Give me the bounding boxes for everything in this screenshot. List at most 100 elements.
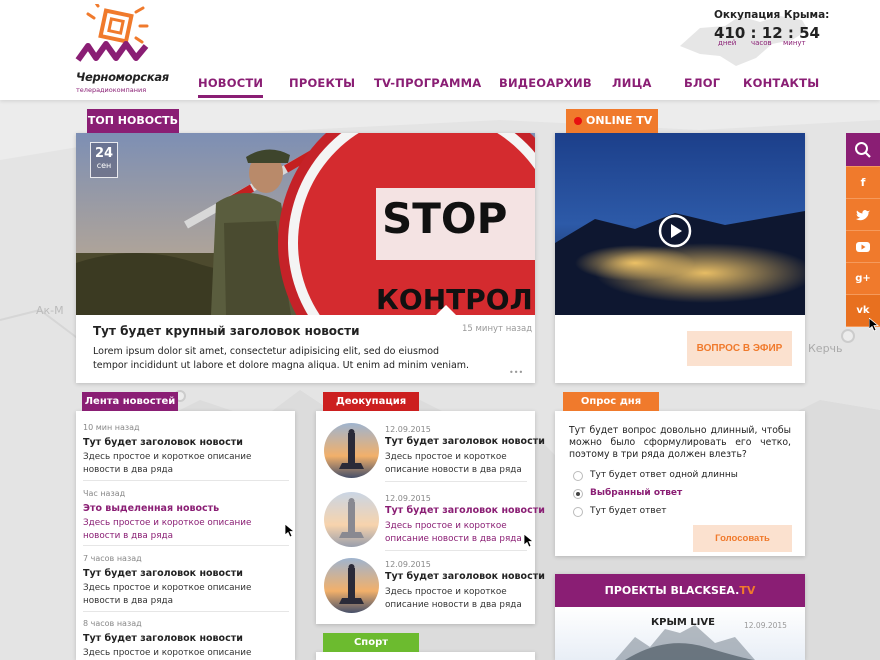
- online-tv-card: ВОПРОС В ЭФИР: [555, 133, 805, 383]
- radio-button-checked[interactable]: [573, 489, 583, 499]
- project-title[interactable]: КРЫМ LIVE: [651, 617, 715, 628]
- googleplus-icon[interactable]: g+: [846, 263, 880, 295]
- item-desc: Здесь простое и короткое описание новост…: [83, 452, 252, 475]
- facebook-icon[interactable]: f: [846, 167, 880, 199]
- projects-header-label: ПРОЕКТЫ BLACKSEA.: [604, 584, 740, 597]
- search-icon[interactable]: [846, 133, 880, 167]
- live-dot-icon: [574, 117, 582, 125]
- social-sidebar: f g+ vk: [846, 133, 880, 327]
- poll-tag: Опрос дня: [563, 392, 659, 411]
- item-date: 12.09.2015: [385, 560, 431, 569]
- photo-notch: [436, 305, 456, 315]
- poll-option[interactable]: Тут будет ответ одной длинны: [573, 470, 738, 481]
- item-thumbnail[interactable]: [324, 492, 379, 547]
- poll-card: Тут будет вопрос довольно длинный, чтобы…: [555, 411, 805, 556]
- date-month: сен: [96, 161, 112, 170]
- online-tv-video[interactable]: [555, 133, 805, 315]
- item-thumbnail[interactable]: [324, 558, 379, 613]
- projects-header[interactable]: ПРОЕКТЫ BLACKSEA.TV: [555, 574, 805, 607]
- item-title[interactable]: Тут будет заголовок новости: [83, 633, 289, 644]
- list-item[interactable]: 10 мин назад Тут будет заголовок новости…: [83, 423, 289, 476]
- item-title[interactable]: Это выделенная новость: [83, 503, 289, 514]
- deoccupation-tag: Деокупация: [323, 392, 419, 411]
- nav-item-faces[interactable]: ЛИЦА: [612, 76, 652, 98]
- nav-item-blog[interactable]: БЛОГ: [684, 76, 720, 98]
- poll-option-selected[interactable]: Выбранный ответ: [573, 488, 683, 499]
- online-tv-tag-label: ONLINE TV: [586, 114, 653, 127]
- ask-on-air-button[interactable]: ВОПРОС В ЭФИР: [687, 331, 792, 366]
- nav-item-projects[interactable]: ПРОЕКТЫ: [289, 76, 355, 98]
- youtube-icon[interactable]: [846, 231, 880, 263]
- divider: [385, 481, 527, 482]
- poll-option[interactable]: Тут будет ответ: [573, 506, 667, 517]
- radio-button[interactable]: [573, 507, 583, 517]
- divider: [83, 611, 289, 612]
- site-header: Черноморская телерадиокомпания НОВОСТИ П…: [0, 0, 880, 100]
- projects-item[interactable]: КРЫМ LIVE 12.09.2015: [555, 607, 805, 660]
- list-item-highlighted[interactable]: Час назад Это выделенная новость Здесь п…: [83, 489, 289, 542]
- list-item[interactable]: 12.09.2015 Тут будет заголовок новости З…: [322, 423, 545, 483]
- nav-item-news[interactable]: НОВОСТИ: [198, 76, 264, 98]
- item-date: 12.09.2015: [385, 425, 431, 434]
- top-news-date-badge: 24 сен: [90, 142, 118, 178]
- item-desc: Здесь простое и короткое описание новост…: [385, 587, 522, 610]
- item-time: 10 мин назад: [83, 423, 140, 432]
- poll-option-label: Выбранный ответ: [590, 488, 683, 498]
- projects-card: ПРОЕКТЫ BLACKSEA.TV КРЫМ LIVE 12.09.2015: [555, 574, 805, 660]
- item-time: Час назад: [83, 489, 126, 498]
- item-desc: Здесь простое и короткое описание новост…: [385, 452, 522, 475]
- item-desc: Здесь простое и короткое описание новост…: [83, 583, 252, 606]
- news-feed-tag: Лента новостей: [82, 392, 178, 411]
- list-item[interactable]: 7 часов назад Тут будет заголовок новост…: [83, 554, 289, 607]
- divider: [83, 545, 289, 546]
- svg-text:STOP: STOP: [382, 194, 507, 243]
- brand-name: Черноморская: [76, 70, 169, 84]
- deoccupation-card: 12.09.2015 Тут будет заголовок новости З…: [316, 411, 545, 624]
- occupation-counter: Оккупация Крыма: 410 : 12 : 54 дней часо…: [680, 6, 829, 66]
- item-title[interactable]: Тут будет заголовок новости: [83, 568, 289, 579]
- top-news-card[interactable]: STOP КОНТРОЛ 24 сен Тут будет крупный за…: [76, 133, 535, 383]
- poll-option-label: Тут будет ответ: [590, 506, 667, 516]
- item-time: 7 часов назад: [83, 554, 142, 563]
- list-item[interactable]: 8 часов назад Тут будет заголовок новост…: [83, 619, 289, 660]
- top-news-time: 15 минут назад: [462, 324, 533, 334]
- top-news-text: Lorem ipsum dolor sit amet, consectetur …: [93, 346, 470, 371]
- more-icon[interactable]: •••: [509, 368, 523, 377]
- item-title[interactable]: Тут будет заголовок новости: [83, 437, 289, 448]
- occupation-title: Оккупация Крыма:: [714, 9, 830, 21]
- list-item-hovered[interactable]: 12.09.2015 Тут будет заголовок новости З…: [322, 492, 545, 552]
- mouse-cursor-icon: [869, 318, 879, 332]
- radio-button[interactable]: [573, 471, 583, 481]
- top-news-photo[interactable]: STOP КОНТРОЛ: [76, 133, 535, 315]
- vote-button[interactable]: Голосовать: [693, 525, 792, 552]
- item-desc: Здесь простое и короткое описание новост…: [385, 521, 522, 544]
- item-time: 8 часов назад: [83, 619, 142, 628]
- top-news-tag: ТОП НОВОСТЬ: [87, 109, 179, 133]
- timer-days-label: дней: [718, 39, 737, 47]
- sport-tag: Спорт: [323, 633, 419, 652]
- poll-option-label: Тут будет ответ одной длинны: [590, 470, 738, 480]
- news-feed-card: 10 мин назад Тут будет заголовок новости…: [76, 411, 295, 660]
- top-news-title[interactable]: Тут будет крупный заголовок новости: [93, 324, 360, 338]
- item-desc: Здесь простое и короткое описание новост…: [83, 648, 252, 658]
- nav-item-tv-program[interactable]: TV-ПРОГРАММА: [374, 76, 481, 98]
- twitter-icon[interactable]: [846, 199, 880, 231]
- sport-card: [316, 652, 535, 660]
- mouse-cursor-icon: [524, 534, 534, 548]
- list-item[interactable]: 12.09.2015 Тут будет заголовок новости З…: [322, 558, 545, 618]
- item-title[interactable]: Тут будет заголовок новости: [385, 571, 545, 582]
- nav-item-contacts[interactable]: КОНТАКТЫ: [743, 76, 819, 98]
- date-day: 24: [94, 146, 114, 161]
- map-label-kerch: Керчь: [808, 342, 843, 355]
- divider: [83, 480, 289, 481]
- item-title[interactable]: Тут будет заголовок новости: [385, 436, 545, 447]
- item-title[interactable]: Тут будет заголовок новости: [385, 505, 545, 516]
- item-date: 12.09.2015: [385, 494, 431, 503]
- timer-minutes-label: минут: [783, 39, 806, 47]
- mouse-cursor-icon: [285, 524, 295, 538]
- item-thumbnail[interactable]: [324, 423, 379, 478]
- nav-item-video-archive[interactable]: ВИДЕОАРХИВ: [499, 76, 592, 98]
- projects-header-suffix: TV: [739, 584, 756, 597]
- map-label-ak: Ак-М: [36, 304, 64, 317]
- brand-subtitle: телерадиокомпания: [76, 86, 147, 94]
